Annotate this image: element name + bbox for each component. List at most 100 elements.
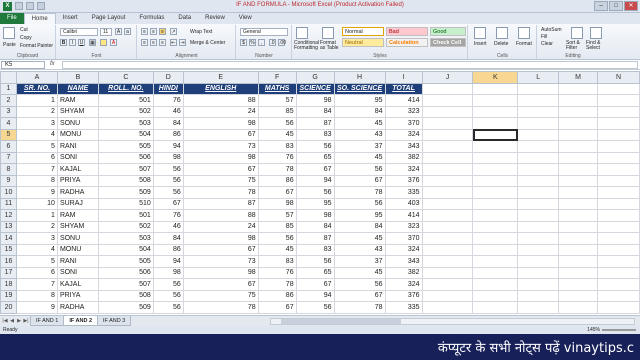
empty-cell[interactable] — [421, 174, 474, 187]
data-cell[interactable]: 84 — [333, 105, 386, 118]
empty-cell[interactable] — [472, 94, 519, 107]
empty-cell[interactable] — [558, 301, 598, 314]
empty-cell[interactable] — [472, 186, 519, 199]
data-cell[interactable]: 45 — [257, 243, 297, 256]
empty-cell[interactable] — [517, 94, 560, 107]
empty-cell[interactable] — [517, 266, 560, 279]
empty-cell[interactable] — [472, 301, 519, 314]
data-cell[interactable]: 76 — [152, 209, 184, 222]
spreadsheet-table[interactable]: ABCDEFGHIJKLMN 1 SR. NO. NAME ROLL. NO. HIND… — [0, 71, 640, 314]
data-cell[interactable]: 67 — [257, 301, 297, 314]
data-cell[interactable]: 84 — [295, 105, 335, 118]
data-cell[interactable]: 56 — [152, 301, 184, 314]
empty-cell[interactable] — [472, 163, 519, 176]
data-cell[interactable]: 67 — [182, 163, 259, 176]
data-cell[interactable]: 98 — [257, 197, 297, 210]
data-cell[interactable]: 45 — [333, 266, 386, 279]
column-header-c[interactable]: C — [97, 71, 154, 84]
clear-button[interactable]: Clear — [541, 41, 553, 47]
data-cell[interactable]: 414 — [384, 94, 423, 107]
underline-icon[interactable]: U — [78, 39, 85, 46]
delete-button[interactable]: Delete — [494, 41, 508, 47]
empty-cell[interactable] — [421, 140, 474, 153]
find-select-button[interactable]: Find & Select — [586, 41, 606, 51]
style-calculation[interactable]: Calculation — [386, 38, 428, 47]
align-left-icon[interactable]: ≡ — [141, 39, 148, 46]
empty-cell[interactable] — [558, 278, 598, 291]
data-cell[interactable]: 56 — [295, 186, 335, 199]
data-cell[interactable]: SHYAM — [56, 220, 99, 233]
last-sheet-icon[interactable]: ▶| — [23, 318, 29, 325]
tab-data[interactable]: Data — [171, 13, 198, 24]
data-cell[interactable]: 67 — [333, 289, 386, 302]
data-cell[interactable]: 78 — [257, 278, 297, 291]
empty-cell[interactable] — [558, 232, 598, 245]
empty-cell[interactable] — [558, 289, 598, 302]
data-cell[interactable]: 56 — [152, 289, 184, 302]
zoom-level[interactable]: 145% — [587, 326, 600, 334]
tab-view[interactable]: View — [232, 13, 259, 24]
empty-cell[interactable] — [558, 163, 598, 176]
empty-cell[interactable] — [596, 186, 640, 199]
empty-cell[interactable] — [472, 174, 519, 187]
column-header-i[interactable]: I — [384, 71, 423, 84]
empty-cell[interactable] — [558, 186, 598, 199]
data-cell[interactable]: 84 — [152, 232, 184, 245]
row-header[interactable]: 20 — [0, 301, 17, 314]
increase-indent-icon[interactable]: ⇥ — [179, 39, 186, 46]
empty-cell[interactable] — [421, 151, 474, 164]
data-cell[interactable]: 335 — [384, 301, 423, 314]
empty-cell[interactable] — [421, 209, 474, 222]
empty-cell[interactable] — [421, 163, 474, 176]
data-cell[interactable]: 343 — [384, 140, 423, 153]
data-cell[interactable]: 4 — [15, 243, 58, 256]
tab-home[interactable]: Home — [23, 13, 56, 24]
minimize-button[interactable]: – — [594, 1, 608, 11]
zoom-slider[interactable] — [602, 329, 636, 331]
data-cell[interactable]: 56 — [333, 197, 386, 210]
data-cell[interactable]: 94 — [152, 255, 184, 268]
column-header-l[interactable]: L — [517, 71, 560, 84]
data-cell[interactable]: MONU — [56, 243, 99, 256]
comma-icon[interactable]: , — [258, 39, 265, 46]
style-good[interactable]: Good — [430, 27, 466, 36]
empty-cell[interactable] — [596, 220, 640, 233]
data-cell[interactable]: 45 — [333, 151, 386, 164]
data-cell[interactable]: 1 — [15, 94, 58, 107]
style-check-cell[interactable]: Check Cell — [430, 38, 466, 47]
data-cell[interactable]: 87 — [295, 232, 335, 245]
data-cell[interactable]: 343 — [384, 255, 423, 268]
data-cell[interactable]: KAJAL — [56, 163, 99, 176]
data-cell[interactable]: 98 — [152, 266, 184, 279]
data-cell[interactable]: 85 — [257, 105, 297, 118]
data-cell[interactable]: 504 — [97, 243, 154, 256]
row-header[interactable]: 7 — [0, 151, 17, 164]
column-title-cell[interactable]: HINDI — [152, 82, 184, 95]
empty-cell[interactable] — [596, 140, 640, 153]
data-cell[interactable]: 94 — [295, 174, 335, 187]
data-cell[interactable]: KAJAL — [56, 278, 99, 291]
column-header-b[interactable]: B — [56, 71, 99, 84]
empty-cell[interactable] — [472, 232, 519, 245]
borders-icon[interactable]: ▦ — [89, 39, 96, 46]
empty-cell[interactable] — [517, 243, 560, 256]
row-header[interactable]: 5 — [0, 128, 17, 141]
empty-cell[interactable] — [517, 209, 560, 222]
data-cell[interactable]: 94 — [152, 140, 184, 153]
data-cell[interactable]: 6 — [15, 151, 58, 164]
data-cell[interactable]: 501 — [97, 209, 154, 222]
empty-cell[interactable] — [421, 278, 474, 291]
data-cell[interactable]: 508 — [97, 289, 154, 302]
row-header[interactable]: 9 — [0, 174, 17, 187]
empty-cell[interactable] — [421, 289, 474, 302]
maximize-button[interactable]: □ — [609, 1, 623, 11]
insert-cells-icon[interactable] — [474, 27, 486, 39]
data-cell[interactable]: 67 — [257, 186, 297, 199]
empty-cell[interactable] — [517, 140, 560, 153]
data-cell[interactable]: 335 — [384, 186, 423, 199]
data-cell[interactable]: PRIYA — [56, 289, 99, 302]
empty-cell[interactable] — [421, 186, 474, 199]
data-cell[interactable]: 43 — [333, 243, 386, 256]
data-cell[interactable]: RANI — [56, 140, 99, 153]
data-cell[interactable]: 94 — [295, 289, 335, 302]
